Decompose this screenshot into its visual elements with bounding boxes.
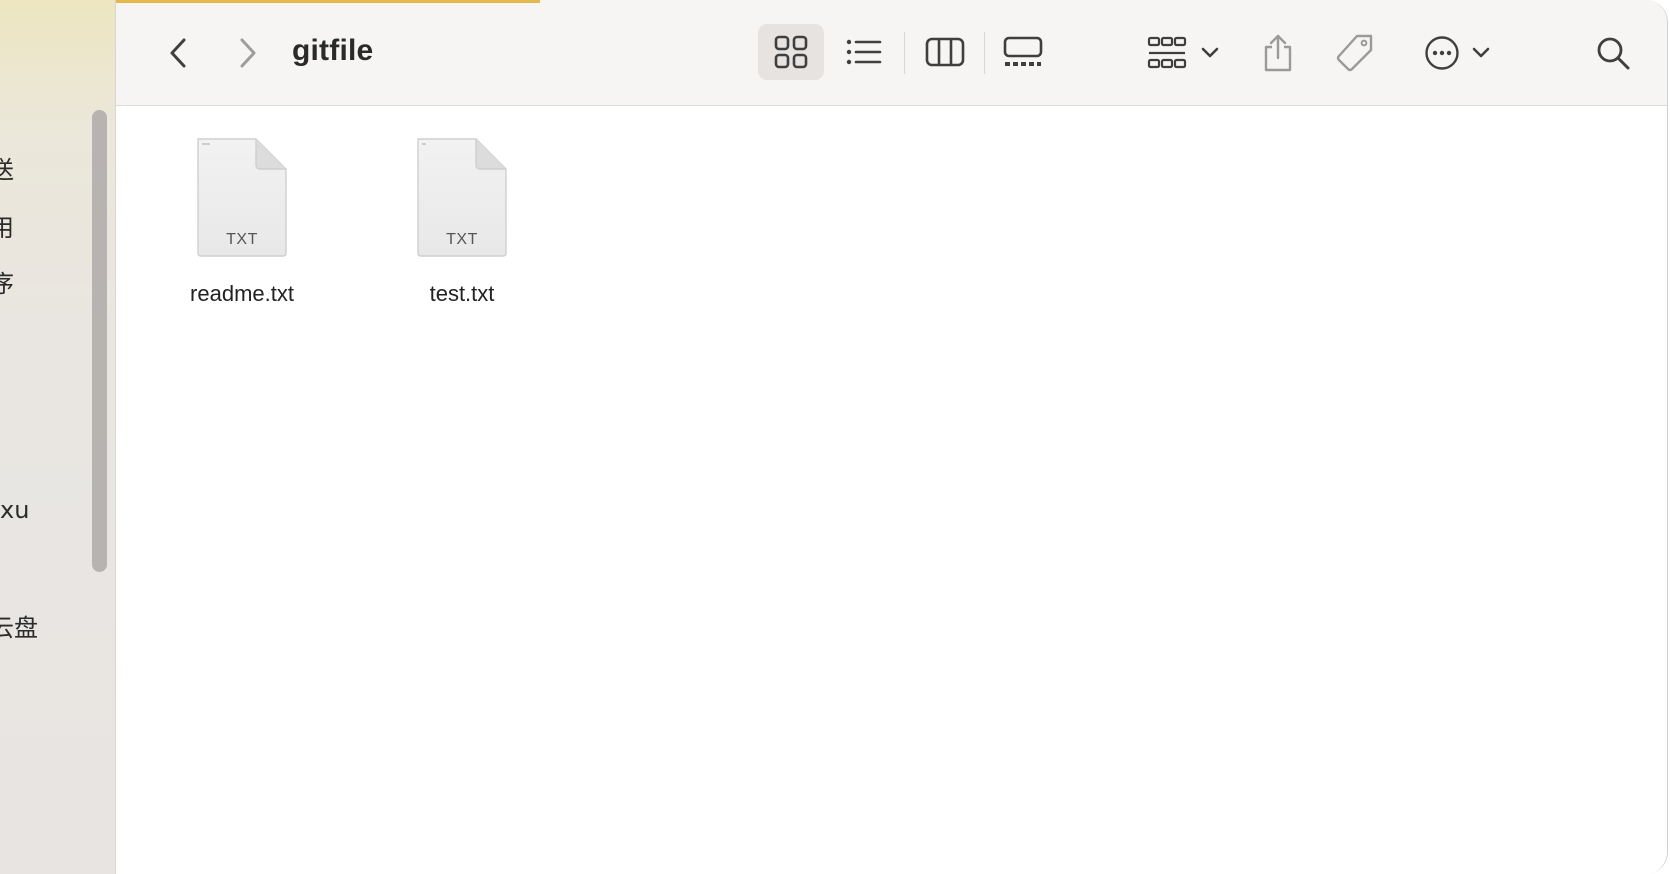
column-view-button[interactable]	[912, 24, 978, 80]
group-icon	[1147, 36, 1187, 69]
group-button[interactable]	[1138, 26, 1230, 80]
list-view-icon	[846, 39, 882, 65]
tag-button[interactable]	[1330, 26, 1380, 80]
toolbar-divider	[984, 32, 985, 74]
chevron-right-icon	[240, 38, 256, 68]
sidebar: 送 用 序 xu 云盘	[0, 0, 116, 874]
file-extension-label: TXT	[446, 231, 478, 248]
file-item[interactable]: TXT test.txt	[382, 137, 542, 317]
tag-icon	[1336, 34, 1373, 72]
chevron-down-icon	[1201, 47, 1219, 58]
forward-button[interactable]	[226, 30, 270, 76]
file-browser-content[interactable]: TXT readme.txt TXT test.txt	[116, 107, 1667, 874]
window-title: gitfile	[292, 34, 374, 67]
window-accent-bar	[116, 0, 540, 3]
file-extension-label: TXT	[226, 231, 258, 248]
toolbar: gitfile	[116, 0, 1667, 106]
ellipsis-circle-icon	[1425, 36, 1459, 70]
sidebar-item-2[interactable]: 序	[0, 270, 14, 298]
list-view-button[interactable]	[831, 24, 897, 80]
gallery-view-button[interactable]	[990, 24, 1056, 80]
share-icon	[1264, 34, 1292, 72]
back-button[interactable]	[156, 30, 200, 76]
grid-view-icon	[774, 35, 808, 69]
more-actions-button[interactable]	[1418, 26, 1498, 80]
finder-window: gitfile TXT readme.txt TXT test.txt	[116, 0, 1668, 874]
search-icon	[1597, 37, 1630, 70]
sidebar-item-0[interactable]: 送	[0, 156, 14, 184]
file-name: readme.txt	[190, 281, 294, 306]
toolbar-divider	[904, 32, 905, 74]
sidebar-item-4[interactable]: 云盘	[0, 614, 38, 642]
search-button[interactable]	[1588, 26, 1638, 80]
share-button[interactable]	[1254, 26, 1302, 80]
icon-view-button[interactable]	[758, 24, 824, 80]
sidebar-scrollbar[interactable]	[92, 110, 107, 572]
txt-document-icon: TXT	[414, 137, 510, 259]
file-name: test.txt	[429, 281, 495, 306]
sidebar-item-3[interactable]: xu	[0, 496, 29, 524]
gallery-view-icon	[1003, 36, 1043, 66]
sidebar-item-1[interactable]: 用	[0, 214, 14, 242]
txt-document-icon: TXT	[194, 137, 290, 259]
column-view-icon	[925, 37, 965, 67]
finder-screen: 送 用 序 xu 云盘 gitfile	[0, 0, 1670, 874]
chevron-down-icon	[1472, 47, 1490, 58]
chevron-left-icon	[170, 38, 186, 68]
file-item[interactable]: TXT readme.txt	[162, 137, 322, 317]
